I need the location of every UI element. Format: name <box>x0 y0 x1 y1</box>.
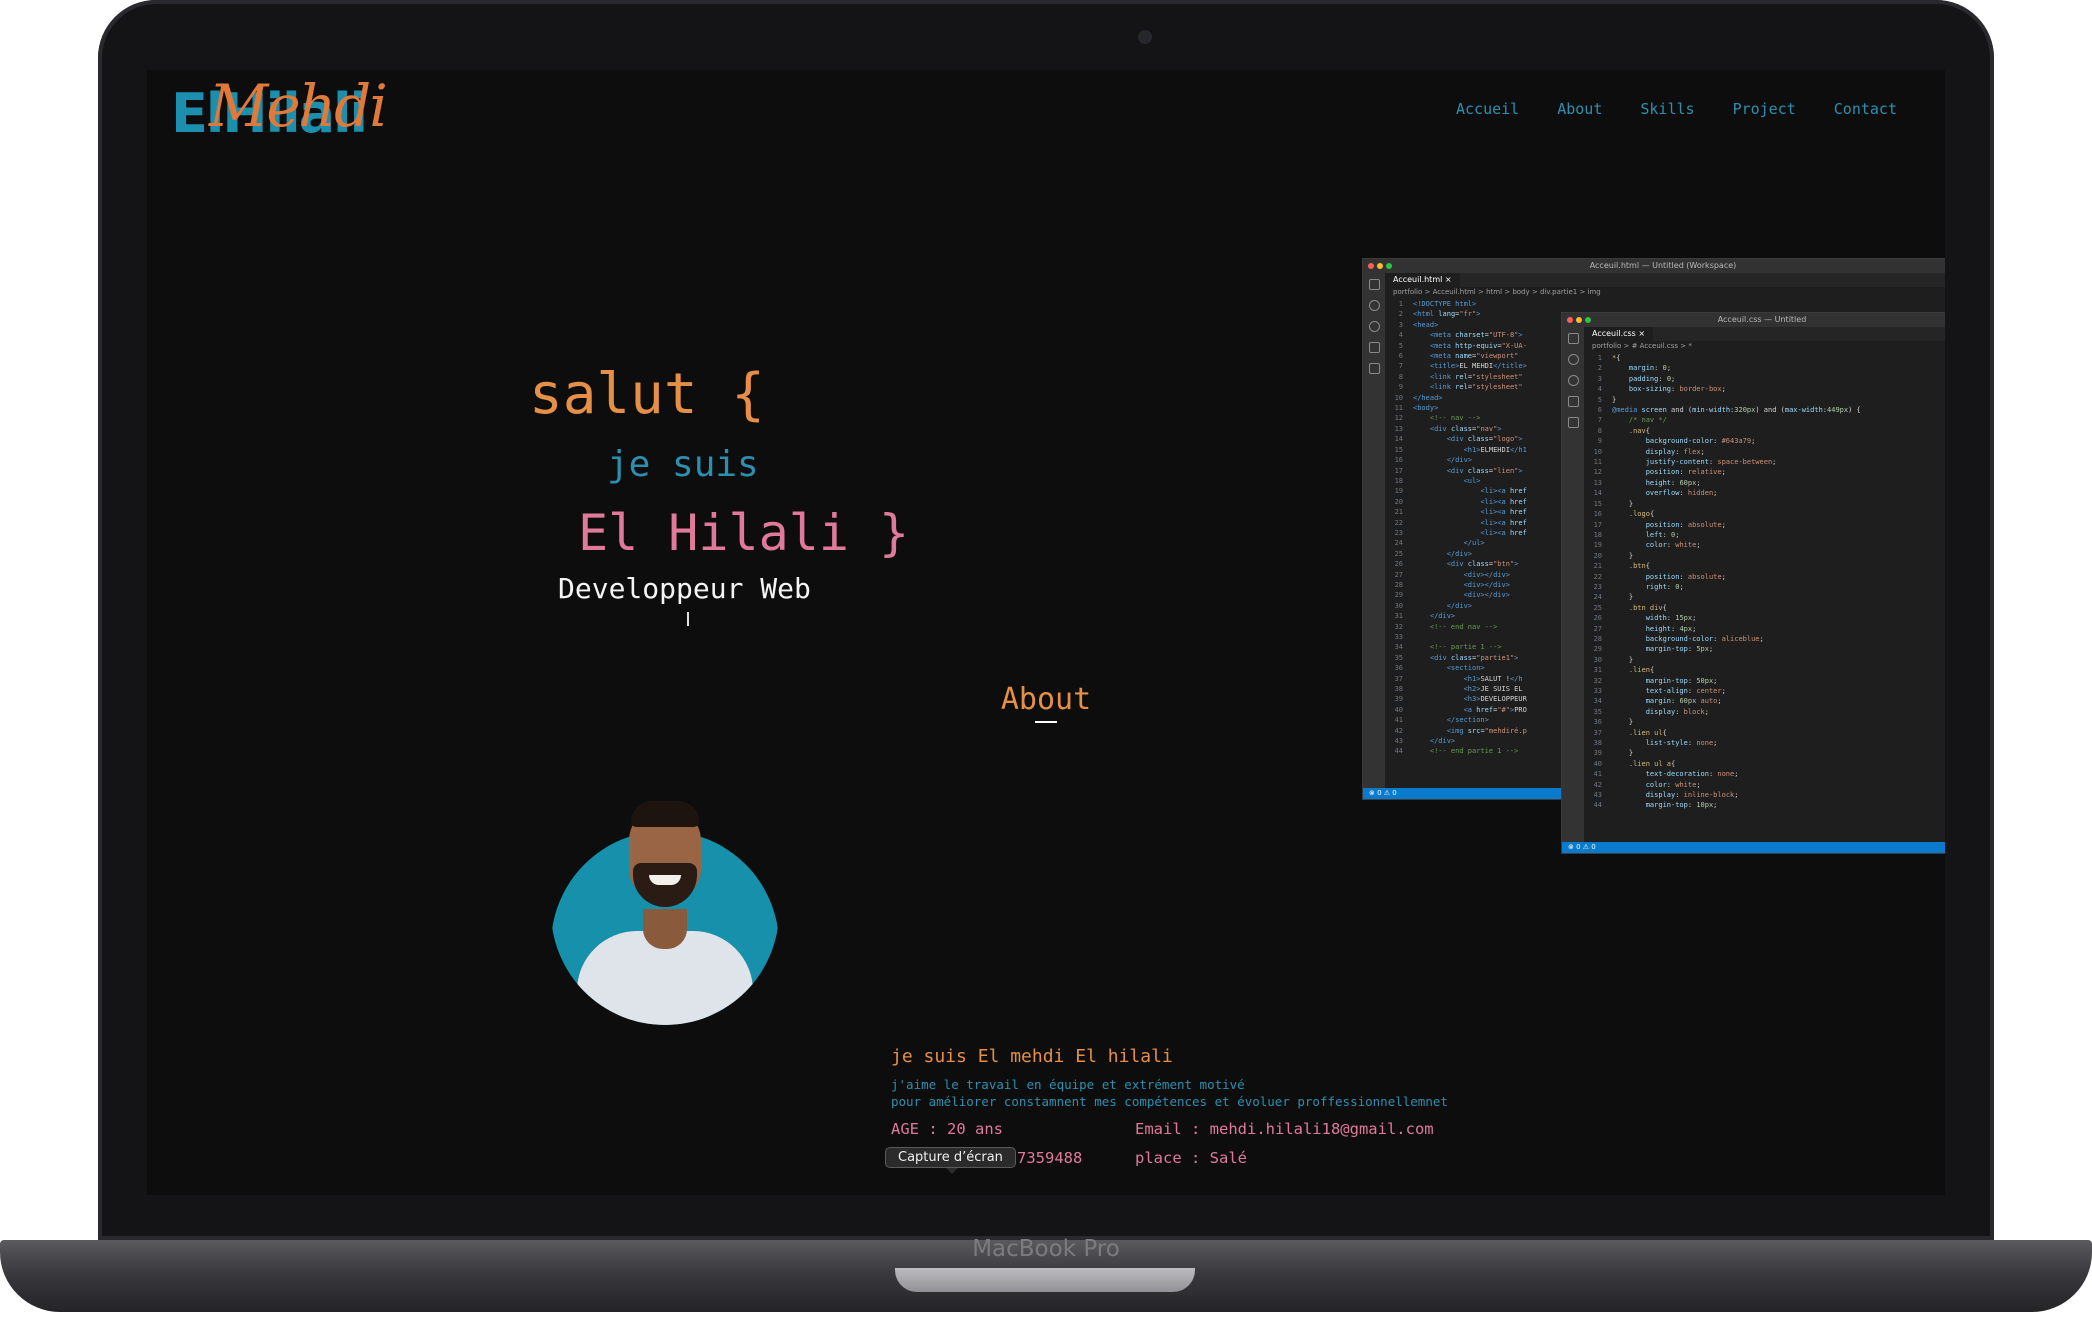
about-email[interactable]: Email : mehdi.hilali18@gmail.com <box>1135 1120 1434 1138</box>
nav-link-accueil[interactable]: Accueil <box>1456 100 1519 118</box>
search-icon[interactable] <box>1567 354 1579 365</box>
hero-greeting: salut { <box>529 362 766 427</box>
screenshot-tooltip: Capture d’écran <box>885 1147 1016 1174</box>
avatar-neck <box>643 909 687 949</box>
hero-role: Developpeur Web <box>558 572 811 605</box>
editor-title: Acceuil.html — Untitled (Workspace) <box>1589 261 1737 270</box>
profile-photo <box>551 793 779 1025</box>
hero-name: El Hilali } <box>578 504 910 562</box>
source-control-icon[interactable] <box>1567 375 1579 386</box>
about-heading: je suis El mehdi El hilali <box>891 1046 1173 1067</box>
editor-tab[interactable]: Acceuil.css × <box>1584 327 1654 341</box>
main-nav: Accueil About Skills Project Contact <box>1456 100 1897 118</box>
editor-tab[interactable]: Acceuil.html × <box>1385 273 1460 287</box>
run-debug-icon[interactable] <box>1368 342 1380 353</box>
source-control-icon[interactable] <box>1368 321 1380 332</box>
logo-script-text: Mehdi <box>209 72 388 140</box>
about-age: AGE : 20 ans <box>891 1120 1003 1138</box>
editor-tabs: Acceuil.html × <box>1385 273 1945 287</box>
run-debug-icon[interactable] <box>1567 396 1579 407</box>
explorer-icon[interactable] <box>1368 279 1380 290</box>
site-logo[interactable]: ElHilali Mehdi <box>171 72 391 146</box>
typing-cursor <box>687 612 689 626</box>
hero-intro: je suis <box>607 444 759 485</box>
extensions-icon[interactable] <box>1368 363 1380 374</box>
title-underline <box>1035 721 1057 723</box>
website-screen: ElHilali Mehdi Accueil About Skills Proj… <box>147 70 1945 1195</box>
nav-link-contact[interactable]: Contact <box>1834 100 1897 118</box>
avatar-hair <box>631 801 699 827</box>
extensions-icon[interactable] <box>1567 417 1579 428</box>
editor-tab-label: Acceuil.css <box>1592 329 1636 338</box>
nav-link-about[interactable]: About <box>1557 100 1602 118</box>
breadcrumb: portfolio > # Acceuil.css > * <box>1592 342 1692 350</box>
window-controls[interactable] <box>1567 317 1591 323</box>
editor-tab-label: Acceuil.html <box>1393 275 1443 284</box>
about-section-title: About <box>1000 682 1092 717</box>
editor-window-css: Acceuil.css — Untitled Acceuil.css × por… <box>1561 312 1945 854</box>
breadcrumb: portfolio > Acceuil.html > html > body >… <box>1393 288 1601 296</box>
editor-tabs: Acceuil.css × <box>1584 327 1945 341</box>
camera <box>1138 30 1152 44</box>
about-line-2: pour améliorer constamnent mes compétenc… <box>891 1094 1448 1109</box>
laptop-notch <box>895 1268 1195 1292</box>
editor-title: Acceuil.css — Untitled <box>1717 315 1807 324</box>
model-label: MacBook Pro <box>972 1236 1120 1262</box>
search-icon[interactable] <box>1368 300 1380 311</box>
nav-link-project[interactable]: Project <box>1733 100 1796 118</box>
about-place: place : Salé <box>1135 1149 1247 1167</box>
about-phone: 7359488 <box>1017 1149 1083 1167</box>
avatar-smile <box>649 875 681 885</box>
window-controls[interactable] <box>1368 263 1392 269</box>
css-code-area[interactable]: 1 *{ 2 margin: 0; 3 padding: 0; 4 box-siz… <box>1584 353 1945 842</box>
editor-titlebar: Acceuil.css — Untitled <box>1562 313 1945 327</box>
explorer-icon[interactable] <box>1567 333 1579 344</box>
nav-link-skills[interactable]: Skills <box>1640 100 1694 118</box>
status-bar: ⊗ 0 ⚠ 0 <box>1562 842 1945 853</box>
activity-bar <box>1562 327 1584 842</box>
about-line-1: j'aime le travail en équipe et extrément… <box>891 1077 1245 1092</box>
editor-titlebar: Acceuil.html — Untitled (Workspace) <box>1363 259 1945 273</box>
